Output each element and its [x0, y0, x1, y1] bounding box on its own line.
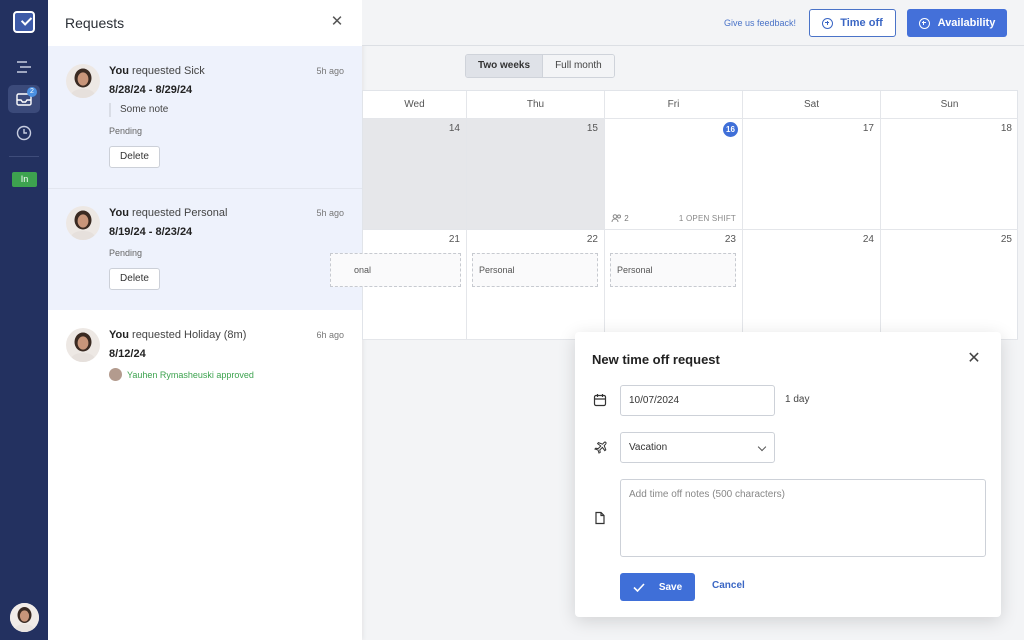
- shift-count-value: 2: [624, 214, 629, 223]
- open-shift-label[interactable]: 1 OPEN SHIFT: [679, 214, 736, 223]
- delete-request-button[interactable]: Delete: [109, 268, 160, 290]
- request-approver: Yauhen Rymasheuski approved: [109, 368, 254, 381]
- type-select-value: Vacation: [629, 442, 668, 453]
- clock-icon: [16, 125, 32, 141]
- request-time: 5h ago: [316, 66, 344, 76]
- day-cell[interactable]: 14: [363, 119, 467, 230]
- time-off-label: Time off: [840, 17, 883, 29]
- time-off-button[interactable]: Time off: [809, 9, 896, 37]
- approver-avatar: [109, 368, 122, 381]
- notes-textarea[interactable]: Add time off notes (500 characters): [620, 479, 986, 557]
- type-select[interactable]: Vacation: [620, 432, 775, 463]
- shift-count: 2: [611, 214, 629, 223]
- airplane-icon: [594, 441, 607, 454]
- calendar-grid: Wed Thu Fri Sat Sun 14 15 16 2 1 OPEN SH…: [330, 90, 1018, 340]
- delete-request-button[interactable]: Delete: [109, 146, 160, 168]
- availability-label: Availability: [937, 17, 996, 29]
- two-weeks-tab[interactable]: Two weeks: [466, 55, 544, 77]
- timeclock-nav-button[interactable]: [8, 119, 40, 147]
- day-cell[interactable]: 24: [743, 230, 881, 340]
- request-dates: 8/19/24 - 8/23/24: [109, 226, 193, 238]
- time-off-chip[interactable]: Personal: [472, 253, 598, 287]
- availability-button[interactable]: Availability: [907, 9, 1007, 37]
- day-cell[interactable]: 25: [881, 230, 1018, 340]
- chevron-down-icon: [757, 442, 767, 452]
- schedule-nav-button[interactable]: [8, 53, 40, 81]
- day-cell[interactable]: 21 onal: [330, 230, 467, 340]
- requests-panel: Requests ✕ You requested Sick 5h ago 8/2…: [48, 0, 362, 640]
- day-number: 21: [448, 234, 460, 245]
- plus-circle-icon: [822, 17, 834, 29]
- inbox-badge: 2: [27, 87, 37, 97]
- request-status: Pending: [109, 126, 143, 136]
- clock-status-badge[interactable]: In: [12, 172, 37, 187]
- app-logo-icon[interactable]: [13, 11, 35, 33]
- request-item: You requested Sick 5h ago 8/28/24 - 8/29…: [48, 46, 362, 188]
- day-header: Wed: [363, 91, 467, 119]
- request-status: Pending: [109, 248, 143, 258]
- modal-title: New time off request: [592, 352, 720, 367]
- approver-text: Yauhen Rymasheuski approved: [127, 369, 254, 380]
- calendar-icon: [593, 394, 607, 407]
- document-icon: [595, 511, 605, 525]
- day-cell[interactable]: 15: [467, 119, 605, 230]
- left-rail: 2 In: [0, 0, 48, 640]
- requests-panel-title: Requests: [65, 15, 125, 31]
- request-dates: 8/28/24 - 8/29/24: [109, 84, 193, 96]
- request-dates: 8/12/24: [109, 348, 146, 360]
- request-time: 6h ago: [316, 330, 344, 340]
- day-header: Sun: [881, 91, 1018, 119]
- inbox-nav-button[interactable]: 2: [8, 85, 40, 113]
- cancel-button[interactable]: Cancel: [712, 580, 745, 591]
- day-number: 23: [724, 234, 736, 245]
- feedback-link[interactable]: Give us feedback!: [724, 18, 796, 28]
- day-cell[interactable]: 17: [743, 119, 881, 230]
- day-number: 15: [586, 123, 598, 134]
- day-number: 24: [862, 234, 874, 245]
- request-item: You requested Personal 5h ago 8/19/24 - …: [48, 189, 362, 310]
- request-summary: You requested Sick: [109, 65, 205, 77]
- request-summary: You requested Personal: [109, 207, 228, 219]
- requests-panel-header: Requests ✕: [48, 0, 362, 46]
- day-number: 25: [1000, 234, 1012, 245]
- day-number: 22: [586, 234, 598, 245]
- save-button[interactable]: Save: [620, 573, 695, 601]
- requester-avatar: [66, 206, 100, 240]
- day-header: Fri: [605, 91, 743, 119]
- day-number: 17: [862, 123, 874, 134]
- requester-avatar: [66, 64, 100, 98]
- request-summary: You requested Holiday (8m): [109, 329, 247, 341]
- time-off-modal: New time off request ✕ 10/07/2024 1 day …: [575, 332, 1001, 617]
- time-off-chip[interactable]: Personal: [610, 253, 736, 287]
- day-cell[interactable]: 16 2 1 OPEN SHIFT: [605, 119, 743, 230]
- people-icon: [611, 214, 621, 223]
- close-icon[interactable]: ✕: [967, 351, 981, 367]
- user-avatar[interactable]: [10, 603, 39, 632]
- day-number: 18: [1000, 123, 1012, 134]
- day-cell[interactable]: 23 Personal: [605, 230, 743, 340]
- full-month-tab[interactable]: Full month: [543, 55, 614, 77]
- day-cell[interactable]: 18: [881, 119, 1018, 230]
- day-cell[interactable]: 22 Personal: [467, 230, 605, 340]
- rail-divider: [9, 156, 39, 157]
- view-toggle: Two weeks Full month: [465, 54, 615, 78]
- close-icon[interactable]: ✕: [330, 14, 344, 29]
- today-marker: 16: [723, 122, 738, 137]
- request-note: Some note: [109, 103, 168, 117]
- request-time: 5h ago: [316, 208, 344, 218]
- save-label: Save: [658, 581, 683, 593]
- schedule-icon: [17, 61, 31, 73]
- time-off-chip[interactable]: onal: [330, 253, 461, 287]
- plus-circle-icon: [918, 17, 930, 29]
- day-header: Thu: [467, 91, 605, 119]
- date-input[interactable]: 10/07/2024: [620, 385, 775, 416]
- day-header: Sat: [743, 91, 881, 119]
- request-item: You requested Holiday (8m) 6h ago 8/12/2…: [48, 310, 362, 400]
- check-icon: [633, 582, 645, 592]
- day-number: 14: [448, 123, 460, 134]
- requester-avatar: [66, 328, 100, 362]
- duration-label: 1 day: [785, 394, 810, 405]
